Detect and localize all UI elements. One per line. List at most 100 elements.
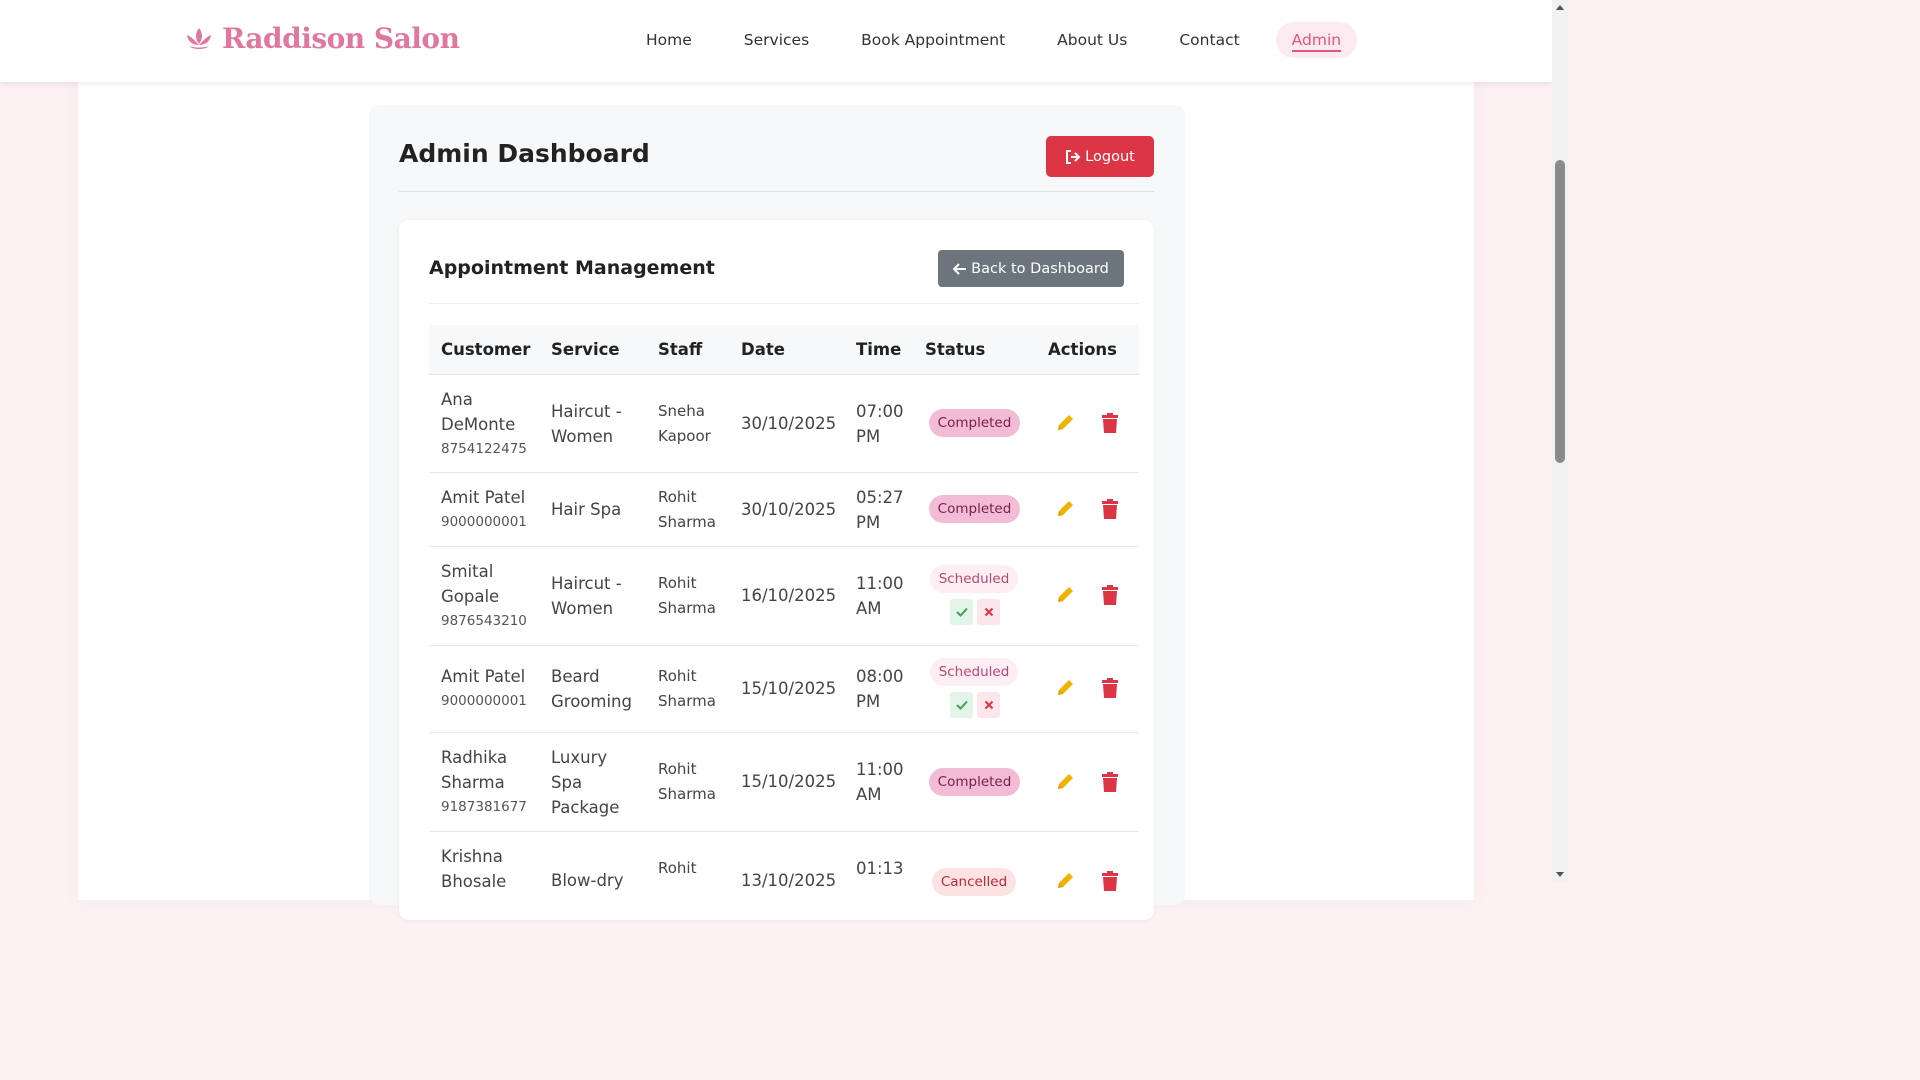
service-name: Beard Grooming <box>551 667 632 711</box>
pencil-icon[interactable] <box>1054 498 1076 520</box>
column-header[interactable]: Status <box>925 340 985 359</box>
date-cell: 30/10/2025 <box>741 414 837 433</box>
nav-services[interactable]: Services <box>718 22 835 58</box>
cancel-button[interactable] <box>977 599 1000 625</box>
table-row[interactable]: Amit Patel 9000000001 Beard Grooming Roh… <box>429 646 1139 733</box>
pencil-icon[interactable] <box>1054 771 1076 793</box>
nav-home[interactable]: Home <box>620 22 718 58</box>
cancel-button[interactable] <box>977 692 1000 718</box>
staff-name: Rohit <box>658 859 697 877</box>
nav-book-appointment[interactable]: Book Appointment <box>835 22 1031 58</box>
time-value: 08:00 PM <box>856 667 904 711</box>
column-header[interactable]: Service <box>551 340 620 359</box>
complete-button[interactable] <box>950 692 973 718</box>
complete-button[interactable] <box>950 599 973 625</box>
time-value: 11:00 AM <box>856 574 904 618</box>
service-name: Haircut - Women <box>551 402 622 446</box>
column-header[interactable]: Staff <box>658 340 702 359</box>
service-cell: Haircut - Women <box>551 399 639 449</box>
staff-cell: Rohit Sharma <box>658 664 728 714</box>
back-label: Back to Dashboard <box>971 260 1109 277</box>
scroll-up-icon[interactable] <box>1555 3 1565 13</box>
logout-icon <box>1066 149 1081 164</box>
pencil-icon[interactable] <box>1054 584 1076 606</box>
time-value: 11:00 AM <box>856 760 904 804</box>
customer-cell: Smital Gopale 9876543210 <box>441 559 536 634</box>
service-name: Hair Spa <box>551 500 622 519</box>
logout-button[interactable]: Logout <box>1046 136 1154 177</box>
time-cell: 05:27 PM <box>856 485 906 535</box>
table-row[interactable]: Amit Patel 9000000001 Hair Spa Rohit Sha… <box>429 473 1139 547</box>
staff-cell: Rohit Sharma <box>658 757 728 807</box>
logout-label: Logout <box>1085 148 1135 165</box>
trash-icon[interactable] <box>1099 412 1121 434</box>
table-row[interactable]: Radhika Sharma 9187381677 Luxury Spa Pac… <box>429 733 1139 832</box>
time-cell: 08:00 PM <box>856 664 906 714</box>
status-badge: Scheduled <box>930 565 1018 593</box>
nav-about-us[interactable]: About Us <box>1031 22 1153 58</box>
service-cell: Haircut - Women <box>551 571 639 621</box>
trash-icon[interactable] <box>1099 584 1121 606</box>
staff-cell: Rohit Sharma <box>658 571 728 621</box>
customer-cell: Radhika Sharma 9187381677 <box>441 745 536 820</box>
customer-phone: 9000000001 <box>441 514 527 530</box>
table-row[interactable]: Ana DeMonte 8754122475 Haircut - Women S… <box>429 375 1139 473</box>
nav-contact[interactable]: Contact <box>1153 22 1265 58</box>
time-value: 01:13 <box>856 859 904 878</box>
column-header[interactable]: Customer <box>441 340 530 359</box>
time-cell: 07:00 PM <box>856 399 906 449</box>
date-cell: 15/10/2025 <box>741 679 837 698</box>
customer-cell: Amit Patel 9000000001 <box>441 485 536 535</box>
service-cell: Luxury Spa Package <box>551 745 639 820</box>
staff-name: Rohit Sharma <box>658 760 716 803</box>
service-cell: Hair Spa <box>551 497 639 522</box>
table-row[interactable]: Smital Gopale 9876543210 Haircut - Women… <box>429 547 1139 646</box>
divider <box>399 191 1154 192</box>
staff-name: Rohit Sharma <box>658 488 716 531</box>
customer-cell: Krishna Bhosale <box>441 844 536 894</box>
column-header[interactable]: Date <box>741 340 785 359</box>
column-header[interactable]: Time <box>856 340 901 359</box>
trash-icon[interactable] <box>1099 870 1121 892</box>
trash-icon[interactable] <box>1099 771 1121 793</box>
date-cell: 16/10/2025 <box>741 586 837 605</box>
trash-icon[interactable] <box>1099 498 1121 520</box>
table-row[interactable]: Krishna Bhosale Blow-dry Rohit 13/10/202… <box>429 832 1139 922</box>
scrollbar[interactable] <box>1552 0 1568 882</box>
customer-name: Smital Gopale <box>441 562 500 606</box>
customer-name: Amit Patel <box>441 488 526 507</box>
customer-name: Krishna Bhosale <box>441 847 507 891</box>
date-cell: 13/10/2025 <box>741 871 837 890</box>
table-header: Customer Service Staff Date Time Status … <box>429 325 1139 375</box>
close-icon <box>984 700 993 710</box>
scrollbar-thumb[interactable] <box>1555 160 1565 463</box>
date-cell: 30/10/2025 <box>741 500 837 519</box>
brand-name: Raddison Salon <box>222 22 460 55</box>
back-to-dashboard-button[interactable]: Back to Dashboard <box>938 250 1124 287</box>
column-header[interactable]: Actions <box>1048 340 1117 359</box>
scroll-down-icon[interactable] <box>1555 869 1565 879</box>
brand[interactable]: Raddison Salon <box>184 22 460 55</box>
status-badge: Scheduled <box>930 658 1018 686</box>
time-value: 07:00 PM <box>856 402 904 446</box>
service-name: Luxury Spa Package <box>551 748 620 817</box>
pencil-icon[interactable] <box>1054 412 1076 434</box>
check-icon <box>955 700 968 710</box>
arrow-left-icon <box>953 262 967 275</box>
pencil-icon[interactable] <box>1054 677 1076 699</box>
trash-icon[interactable] <box>1099 677 1121 699</box>
top-navbar: Raddison Salon Home Services Book Appoin… <box>0 0 1552 82</box>
customer-phone: 9187381677 <box>441 799 527 815</box>
time-cell: 11:00 AM <box>856 571 906 621</box>
check-icon <box>955 607 968 617</box>
time-cell: 11:00 AM <box>856 757 906 807</box>
staff-name: Rohit Sharma <box>658 667 716 710</box>
service-cell: Beard Grooming <box>551 664 639 714</box>
service-name: Blow-dry <box>551 871 624 890</box>
service-name: Haircut - Women <box>551 574 622 618</box>
status-badge: Completed <box>929 409 1020 437</box>
pencil-icon[interactable] <box>1054 870 1076 892</box>
nav-admin[interactable]: Admin <box>1275 22 1358 58</box>
customer-phone: 8754122475 <box>441 441 527 457</box>
customer-name: Amit Patel <box>441 667 526 686</box>
